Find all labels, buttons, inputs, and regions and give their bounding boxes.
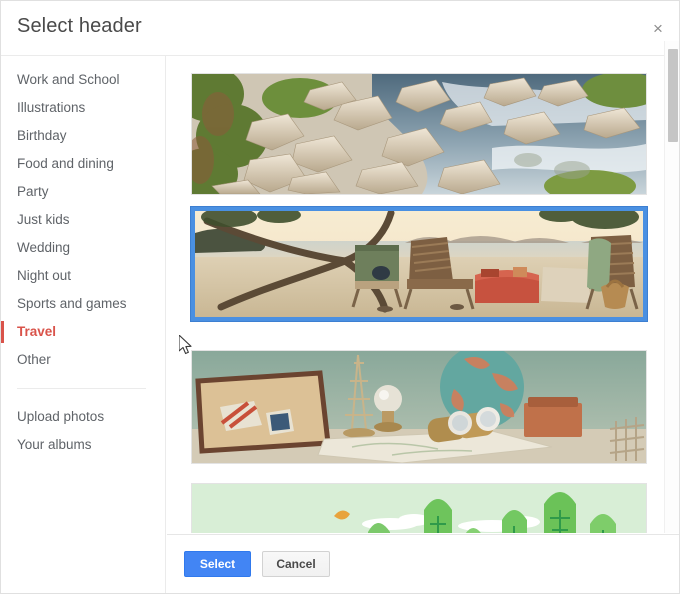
sidebar-divider	[17, 388, 146, 389]
rocky-river-artwork	[192, 74, 646, 194]
sidebar-item-label: Illustrations	[17, 100, 86, 115]
vertical-scrollbar-track[interactable]	[664, 41, 679, 533]
sidebar-item-sports-and-games[interactable]: Sports and games	[1, 290, 165, 318]
thumbnail-item-forest-illustration[interactable]	[191, 483, 647, 533]
page-title: Select header	[17, 15, 142, 37]
dialog-header: Select header ×	[1, 1, 679, 56]
sidebar-item-label: Food and dining	[17, 156, 114, 171]
sidebar-item-label: Work and School	[17, 72, 120, 87]
sidebar-item-birthday[interactable]: Birthday	[1, 122, 165, 150]
sidebar-item-party[interactable]: Party	[1, 178, 165, 206]
cancel-button[interactable]: Cancel	[262, 551, 330, 577]
sidebar-item-work-and-school[interactable]: Work and School	[1, 66, 165, 94]
sidebar-item-label: Just kids	[17, 212, 70, 227]
sidebar-item-upload-photos[interactable]: Upload photos	[1, 403, 165, 431]
category-list: Work and School Illustrations Birthday F…	[1, 56, 165, 374]
category-sidebar: Work and School Illustrations Birthday F…	[1, 56, 166, 593]
sidebar-item-travel[interactable]: Travel	[1, 318, 165, 346]
vertical-scrollbar-thumb[interactable]	[668, 49, 678, 142]
thumbnail-image-forest-illustration[interactable]	[191, 483, 647, 533]
header-gallery	[167, 57, 679, 533]
select-header-dialog: Select header × Work and School Illustra…	[0, 0, 680, 594]
forest-illustration-artwork	[192, 484, 646, 533]
sidebar-item-label: Night out	[17, 268, 72, 283]
vintage-travel-artwork	[192, 351, 646, 463]
sidebar-item-illustrations[interactable]: Illustrations	[1, 94, 165, 122]
sidebar-item-label: Your albums	[17, 437, 92, 452]
sidebar-item-label: Travel	[17, 324, 57, 339]
sidebar-item-label: Party	[17, 184, 49, 199]
thumbnail-image-rocky-river[interactable]	[191, 73, 647, 195]
beach-sunset-artwork	[195, 211, 643, 317]
dialog-footer: Select Cancel	[167, 534, 679, 593]
sidebar-item-other[interactable]: Other	[1, 346, 165, 374]
thumbnail-item-beach-sunset[interactable]	[190, 206, 648, 322]
thumbnail-image-vintage-travel[interactable]	[191, 350, 647, 464]
select-button[interactable]: Select	[184, 551, 251, 577]
sidebar-item-food-and-dining[interactable]: Food and dining	[1, 150, 165, 178]
sidebar-item-just-kids[interactable]: Just kids	[1, 206, 165, 234]
thumbnail-item-rocky-river[interactable]	[191, 73, 647, 195]
sidebar-item-wedding[interactable]: Wedding	[1, 234, 165, 262]
close-icon[interactable]: ×	[643, 14, 673, 44]
sidebar-secondary-list: Upload photos Your albums	[1, 403, 165, 459]
sidebar-item-label: Wedding	[17, 240, 71, 255]
sidebar-item-label: Birthday	[17, 128, 67, 143]
sidebar-item-label: Sports and games	[17, 296, 127, 311]
sidebar-item-your-albums[interactable]: Your albums	[1, 431, 165, 459]
sidebar-item-label: Upload photos	[17, 409, 105, 424]
sidebar-item-label: Other	[17, 352, 51, 367]
thumbnail-image-beach-sunset[interactable]	[190, 206, 648, 322]
thumbnail-item-vintage-travel[interactable]	[191, 350, 647, 464]
sidebar-item-night-out[interactable]: Night out	[1, 262, 165, 290]
